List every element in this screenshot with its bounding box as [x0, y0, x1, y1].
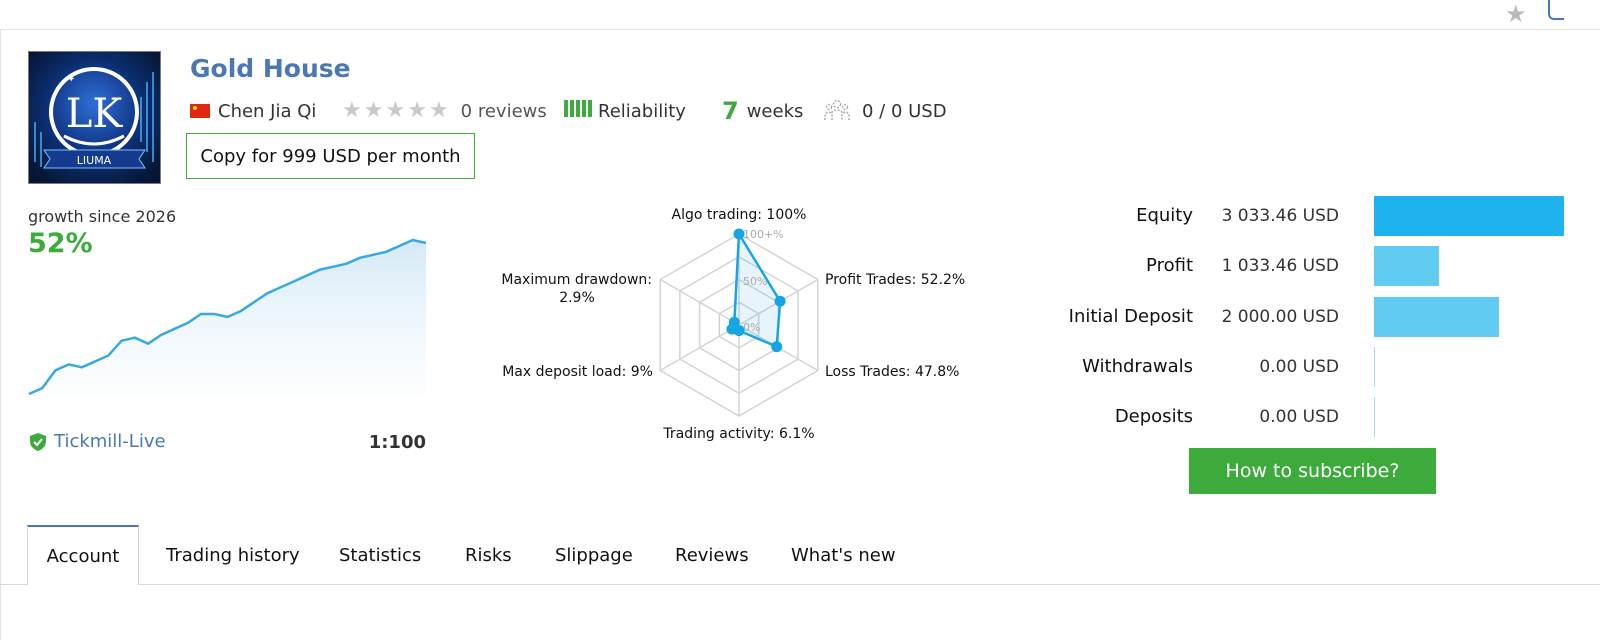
weeks-value: 7	[722, 97, 739, 125]
author-name[interactable]: Chen Jia Qi	[218, 101, 316, 122]
china-flag-icon	[190, 104, 210, 118]
stat-label-withdrawals: Withdrawals	[1082, 356, 1193, 377]
rating[interactable]: ★ ★ ★ ★ ★ 0 reviews	[342, 98, 547, 124]
radar-tick-50: 50%	[743, 275, 767, 288]
stat-value-initial-deposit: 2 000.00 USD	[1221, 307, 1339, 327]
stat-bar-initial-deposit	[1374, 297, 1499, 337]
logo-lettering: LK	[66, 91, 124, 137]
stat-bar-withdrawals	[1374, 347, 1375, 387]
tab-risks[interactable]: Risks	[465, 526, 512, 584]
star-icon: ★	[407, 98, 427, 123]
author[interactable]: Chen Jia Qi	[190, 98, 316, 124]
radar-point-profit-trades	[774, 295, 786, 307]
radar-label-drawdown-value: 2.9%	[559, 290, 595, 306]
share-icon[interactable]	[1548, 0, 1564, 20]
broker-name[interactable]: Tickmill-Live	[54, 431, 166, 452]
tab-statistics[interactable]: Statistics	[339, 526, 421, 584]
how-to-subscribe-button[interactable]: How to subscribe?	[1189, 448, 1436, 494]
reviews-count[interactable]: 0 reviews	[461, 101, 547, 122]
radar-label-loss: Loss Trades: 47.8%	[825, 364, 959, 380]
tab-account[interactable]: Account	[27, 525, 139, 585]
stat-bar-deposits	[1374, 397, 1375, 437]
copy-subscribe-button[interactable]: Copy for 999 USD per month	[186, 133, 475, 179]
weeks-label: weeks	[746, 100, 804, 122]
tabs-divider	[0, 584, 1600, 585]
radar-label-activity: Trading activity: 6.1%	[662, 426, 814, 442]
logo-caption: LIUMA	[77, 154, 112, 167]
stat-label-initial-deposit: Initial Deposit	[1068, 306, 1193, 327]
reliability[interactable]: Reliability	[564, 98, 686, 124]
radar-point-maximum-drawdown	[728, 316, 740, 328]
radar-tick-0: 0%	[743, 321, 760, 334]
growth-chart	[28, 238, 427, 396]
stat-value-withdrawals: 0.00 USD	[1259, 357, 1339, 377]
stat-bar-equity	[1374, 196, 1564, 236]
radar-label-profit: Profit Trades: 52.2%	[825, 272, 965, 288]
radar-point-loss-trades	[771, 341, 783, 353]
growth-label: growth since 2026	[28, 207, 177, 226]
radar-chart: 100+% 50% 0% Algo trading: 100% Profit T…	[501, 207, 965, 442]
stat-value-profit: 1 033.46 USD	[1221, 256, 1339, 276]
radar-label-drawdown: Maximum drawdown:	[501, 272, 652, 288]
subscribers-value: 0 / 0 USD	[862, 100, 947, 122]
signal-title[interactable]: Gold House	[190, 54, 351, 83]
star-icon: ★	[385, 98, 406, 123]
stat-label-profit: Profit	[1146, 255, 1193, 276]
star-icon: ★	[342, 98, 362, 123]
radar-label-deposit-load: Max deposit load: 9%	[502, 364, 653, 380]
favorite-star-icon[interactable]: ★	[1505, 0, 1527, 28]
subscribers-icon	[824, 99, 850, 120]
weeks: 7 weeks	[722, 97, 804, 125]
leverage: 1:100	[368, 432, 426, 453]
svg-text:✦: ✦	[67, 74, 75, 85]
broker[interactable]: Tickmill-Live	[28, 431, 166, 452]
stat-value-equity: 3 033.46 USD	[1221, 206, 1339, 226]
stat-value-deposits: 0.00 USD	[1259, 407, 1339, 427]
subscribers: 0 / 0 USD	[824, 98, 947, 124]
stat-label-deposits: Deposits	[1114, 406, 1193, 427]
tab-reviews[interactable]: Reviews	[675, 526, 749, 584]
radar-tick-100: 100+%	[743, 228, 784, 241]
radar-label-algo: Algo trading: 100%	[672, 207, 807, 223]
stat-bar-profit	[1374, 246, 1439, 286]
star-icon: ★	[363, 98, 384, 123]
tab-trading-history[interactable]: Trading history	[166, 526, 300, 584]
reliability-bars-icon	[564, 100, 594, 122]
top-strip: ★	[0, 0, 1600, 30]
star-icon: ★	[428, 98, 449, 123]
reliability-label: Reliability	[598, 100, 686, 122]
signal-logo: LK LIUMA ✦	[28, 51, 161, 184]
stat-label-equity: Equity	[1136, 205, 1193, 226]
tab-whats-new[interactable]: What's new	[791, 526, 896, 584]
verified-shield-icon	[30, 432, 46, 451]
tab-slippage[interactable]: Slippage	[555, 526, 633, 584]
